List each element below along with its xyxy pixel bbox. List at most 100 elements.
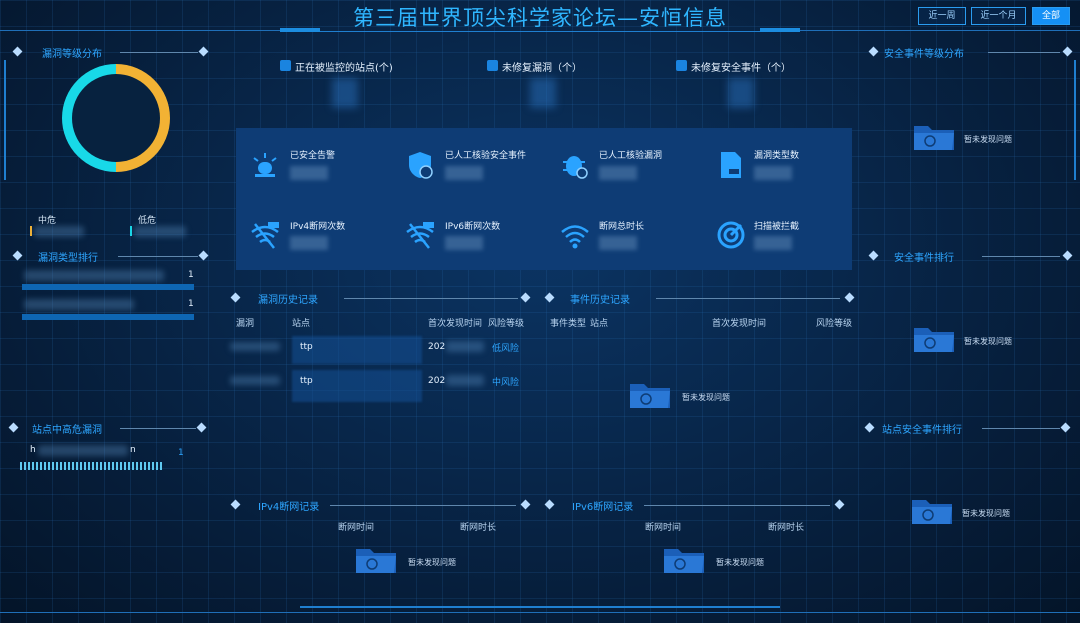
legend-medium-swatch bbox=[30, 226, 32, 236]
first-found-hidden bbox=[446, 341, 484, 352]
stat-label-monitored-sites: 正在被监控的站点(个) bbox=[295, 63, 393, 74]
table-row[interactable]: ttp 202 中风险 bbox=[226, 370, 524, 402]
site-block bbox=[292, 370, 422, 402]
column-header-vuln: 漏洞 bbox=[236, 319, 255, 329]
section-header-event-history: 事件历史记录 bbox=[544, 291, 856, 306]
diamond-icon bbox=[544, 292, 555, 303]
legend-medium-label: 中危 bbox=[38, 216, 57, 226]
section-title: IPv6断网记录 bbox=[572, 502, 634, 513]
period-button-week[interactable]: 近一周 bbox=[918, 7, 966, 25]
panel-label-ipv6-outages: IPv6断网次数 bbox=[445, 222, 501, 232]
column-header-outage-duration: 断网时长 bbox=[460, 523, 497, 533]
column-header-event-type: 事件类型 bbox=[550, 319, 587, 329]
title-frame: 第三届世界顶尖科学家论坛—安恒信息 bbox=[280, 0, 800, 32]
site-vuln-bar bbox=[20, 462, 163, 470]
divider bbox=[656, 298, 840, 299]
diamond-icon bbox=[834, 499, 845, 510]
panel-value-ipv6-outages bbox=[445, 236, 483, 250]
panel-label-vuln-types: 漏洞类型数 bbox=[754, 151, 800, 161]
diamond-icon bbox=[520, 499, 531, 510]
monitor-icon bbox=[280, 60, 291, 71]
shield-event-icon bbox=[409, 152, 433, 179]
footer-frame bbox=[300, 606, 780, 614]
vuln-type-name bbox=[24, 270, 164, 281]
site-url-suffix: n bbox=[130, 445, 136, 455]
empty-folder-icon bbox=[914, 126, 954, 150]
section-header-site-sec-event-rank: 站点安全事件排行 bbox=[864, 421, 1074, 436]
diamond-icon bbox=[1062, 250, 1073, 261]
diamond-icon bbox=[198, 46, 209, 57]
period-button-month[interactable]: 近一个月 bbox=[971, 7, 1026, 25]
risk-level: 中风险 bbox=[492, 378, 520, 388]
panel-label-verified-vulns: 已人工核验漏洞 bbox=[599, 151, 663, 161]
diamond-icon bbox=[868, 250, 879, 261]
empty-folder-icon bbox=[912, 500, 952, 524]
diamond-icon bbox=[196, 422, 207, 433]
empty-state-ipv6: 暂未发现问题 bbox=[662, 543, 802, 575]
wifi-icon bbox=[561, 225, 589, 249]
table-row[interactable]: ttp 202 低风险 bbox=[226, 336, 524, 364]
document-icon bbox=[721, 152, 741, 178]
stat-value-unfixed-vulns bbox=[530, 78, 556, 108]
site-url-hidden bbox=[38, 445, 128, 456]
alarm-icon bbox=[253, 153, 277, 177]
diamond-icon bbox=[544, 499, 555, 510]
column-header-risk: 风险等级 bbox=[488, 319, 525, 329]
ipv6-no-wifi-icon bbox=[406, 222, 434, 249]
column-header-first-found: 首次发现时间 bbox=[712, 319, 767, 329]
divider bbox=[120, 428, 196, 429]
section-title: 事件历史记录 bbox=[570, 295, 630, 306]
stat-label-unfixed-vulns: 未修复漏洞（个） bbox=[502, 63, 582, 74]
panel-value-total-outage-time bbox=[599, 236, 637, 250]
empty-folder-icon bbox=[356, 549, 396, 573]
divider bbox=[988, 52, 1060, 53]
ipv4-no-wifi-icon bbox=[251, 222, 279, 249]
empty-folder-icon bbox=[630, 384, 670, 408]
empty-state-sec-event-rank: 暂未发现问题 bbox=[912, 322, 1052, 354]
panel-label-scan-blocked: 扫描被拦截 bbox=[754, 222, 800, 232]
right-edge-decoration bbox=[1074, 60, 1076, 180]
column-header-site: 站点 bbox=[292, 319, 311, 329]
vuln-type-name bbox=[24, 299, 134, 310]
stat-value-unfixed-events bbox=[728, 78, 754, 108]
legend-low-label: 低危 bbox=[138, 216, 157, 226]
divider bbox=[982, 428, 1060, 429]
diamond-icon bbox=[868, 46, 879, 57]
site-vuln-count: 1 bbox=[178, 448, 184, 458]
stat-label-unfixed-events: 未修复安全事件（个） bbox=[691, 63, 791, 74]
section-header-vuln-level-dist: 漏洞等级分布 bbox=[12, 45, 209, 60]
empty-state-ipv4: 暂未发现问题 bbox=[354, 543, 494, 575]
section-title: 安全事件等级分布 bbox=[884, 49, 964, 60]
vuln-type-count: 1 bbox=[188, 270, 194, 280]
section-title: 漏洞类型排行 bbox=[38, 253, 98, 264]
legend-medium-value bbox=[34, 226, 84, 237]
legend-low-value bbox=[134, 226, 186, 237]
vuln-name bbox=[230, 342, 280, 351]
diamond-icon bbox=[844, 292, 855, 303]
stat-value-monitored-sites bbox=[332, 78, 358, 108]
vuln-name bbox=[230, 376, 280, 385]
vuln-type-count: 1 bbox=[188, 299, 194, 309]
empty-state-text: 暂未发现问题 bbox=[716, 558, 764, 567]
site-prefix: ttp bbox=[300, 342, 313, 352]
section-header-vuln-type-rank: 漏洞类型排行 bbox=[12, 249, 209, 264]
divider bbox=[982, 256, 1060, 257]
empty-state-text: 暂未发现问题 bbox=[962, 509, 1010, 518]
column-header-first-found: 首次发现时间 bbox=[428, 319, 483, 329]
header-line-left bbox=[0, 30, 300, 31]
scan-block-icon bbox=[717, 221, 745, 249]
period-button-all[interactable]: 全部 bbox=[1032, 7, 1070, 25]
divider bbox=[644, 505, 830, 506]
section-header-sec-event-rank: 安全事件排行 bbox=[868, 249, 1074, 264]
first-found-prefix: 202 bbox=[428, 376, 446, 386]
donut-hole bbox=[72, 74, 160, 162]
column-header-outage-time: 断网时间 bbox=[645, 523, 682, 533]
column-header-outage-duration: 断网时长 bbox=[768, 523, 805, 533]
panel-label-alarms: 已安全告警 bbox=[290, 151, 336, 161]
vuln-icon bbox=[487, 60, 498, 71]
diamond-icon bbox=[12, 250, 23, 261]
column-header-site: 站点 bbox=[590, 319, 609, 329]
empty-folder-icon bbox=[914, 328, 954, 352]
section-title: IPv4断网记录 bbox=[258, 502, 320, 513]
panel-value-ipv4-outages bbox=[290, 236, 328, 250]
